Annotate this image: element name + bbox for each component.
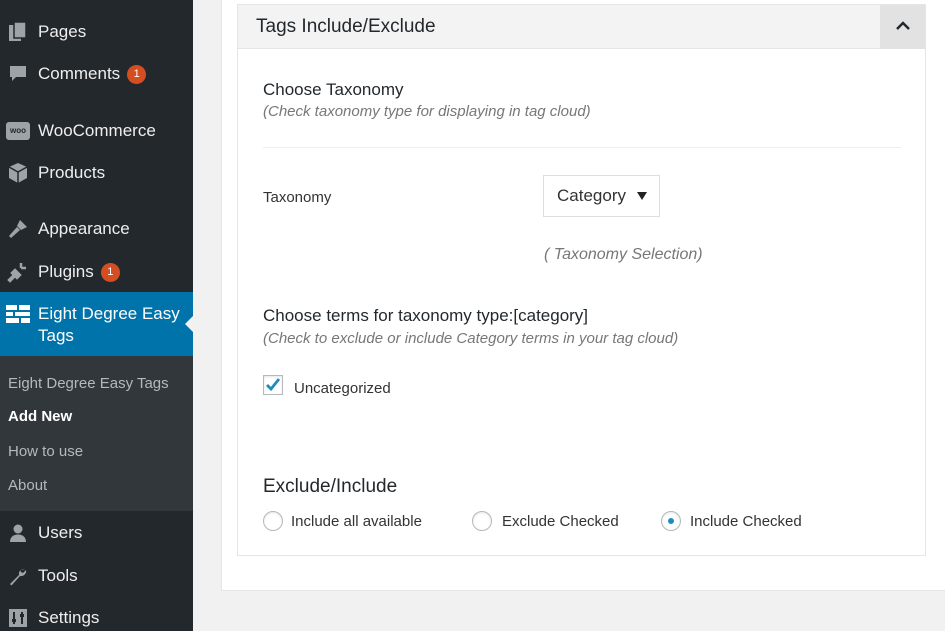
radio-label-include-all: Include all available bbox=[291, 513, 422, 530]
metabox-title: Tags Include/Exclude bbox=[256, 16, 436, 37]
sidebar-item-label: Tools bbox=[38, 566, 78, 585]
radio-include-all[interactable] bbox=[263, 511, 283, 531]
submenu-item-all-tags[interactable]: Eight Degree Easy Tags bbox=[8, 375, 169, 392]
sidebar-item-tools[interactable]: Tools bbox=[0, 558, 193, 594]
sidebar-item-appearance[interactable]: Appearance bbox=[0, 211, 193, 247]
tags-grid-icon bbox=[4, 302, 32, 326]
active-menu-pointer bbox=[185, 316, 193, 332]
submenu-item-about[interactable]: About bbox=[8, 477, 47, 494]
products-icon bbox=[4, 161, 32, 185]
taxonomy-selection-note: ( Taxonomy Selection) bbox=[544, 246, 703, 263]
sidebar-item-label: Products bbox=[38, 163, 106, 182]
woocommerce-icon: woo bbox=[4, 119, 32, 143]
sidebar-item-users[interactable]: Users bbox=[0, 515, 193, 551]
woocommerce-logo-text: woo bbox=[6, 122, 30, 140]
exclude-include-title: Exclude/Include bbox=[263, 476, 398, 497]
sidebar-item-eight-degree-easy-tags[interactable]: Eight Degree Easy Tags bbox=[0, 292, 193, 356]
sidebar-item-comments[interactable]: Comments 1 bbox=[0, 56, 193, 92]
sidebar-item-pages[interactable]: Pages bbox=[0, 14, 193, 50]
tools-icon bbox=[4, 564, 32, 588]
sidebar-item-settings[interactable]: Settings bbox=[0, 600, 193, 631]
dropdown-arrow-icon bbox=[637, 192, 647, 200]
radio-exclude-checked[interactable] bbox=[472, 511, 492, 531]
admin-sidebar: Pages Comments 1 woo WooCommerce Product… bbox=[0, 0, 193, 631]
choose-terms-title: Choose terms for taxonomy type:[category… bbox=[263, 306, 589, 325]
tags-include-exclude-metabox: Tags Include/Exclude Choose Taxonomy (Ch… bbox=[237, 4, 926, 556]
plugins-icon bbox=[4, 260, 32, 284]
sidebar-item-woocommerce[interactable]: woo WooCommerce bbox=[0, 113, 193, 149]
sidebar-item-label: WooCommerce bbox=[38, 121, 156, 140]
pages-icon bbox=[4, 20, 32, 44]
taxonomy-select-value: Category bbox=[557, 186, 626, 205]
sidebar-item-label: Users bbox=[38, 523, 83, 542]
radio-label-include-checked: Include Checked bbox=[690, 513, 802, 530]
choose-taxonomy-title: Choose Taxonomy bbox=[263, 80, 404, 99]
sidebar-item-label: Pages bbox=[38, 22, 87, 41]
taxonomy-select[interactable]: Category bbox=[543, 175, 660, 217]
settings-icon bbox=[4, 606, 32, 630]
chevron-up-icon bbox=[895, 18, 911, 36]
choose-taxonomy-hint: (Check taxonomy type for displaying in t… bbox=[263, 103, 591, 120]
sidebar-submenu: Eight Degree Easy Tags Add New How to us… bbox=[0, 356, 193, 511]
submenu-item-add-new[interactable]: Add New bbox=[8, 408, 72, 425]
section-divider bbox=[263, 147, 901, 148]
submenu-item-how-to-use[interactable]: How to use bbox=[8, 443, 83, 460]
choose-terms-hint: (Check to exclude or include Category te… bbox=[263, 330, 679, 347]
comments-icon bbox=[4, 62, 32, 86]
sidebar-item-products[interactable]: Products bbox=[0, 155, 193, 191]
sidebar-item-plugins[interactable]: Plugins 1 bbox=[0, 254, 193, 290]
term-label-uncategorized: Uncategorized bbox=[294, 380, 391, 397]
sidebar-item-label: Comments bbox=[38, 64, 121, 83]
taxonomy-label: Taxonomy bbox=[263, 189, 332, 206]
users-icon bbox=[4, 521, 32, 545]
sidebar-item-label: Plugins bbox=[38, 262, 94, 281]
plugins-update-badge: 1 bbox=[100, 262, 120, 282]
metabox-header[interactable]: Tags Include/Exclude bbox=[238, 5, 925, 49]
comments-count-badge: 1 bbox=[127, 64, 147, 84]
sidebar-item-label: Settings bbox=[38, 608, 100, 627]
collapse-toggle-button[interactable] bbox=[880, 5, 925, 49]
sidebar-item-label: Eight Degree Easy Tags bbox=[38, 304, 180, 345]
sidebar-item-label: Appearance bbox=[38, 219, 130, 238]
radio-include-checked[interactable] bbox=[661, 511, 681, 531]
term-checkbox-uncategorized[interactable] bbox=[263, 375, 283, 395]
radio-label-exclude-checked: Exclude Checked bbox=[502, 513, 619, 530]
appearance-icon bbox=[4, 217, 32, 241]
